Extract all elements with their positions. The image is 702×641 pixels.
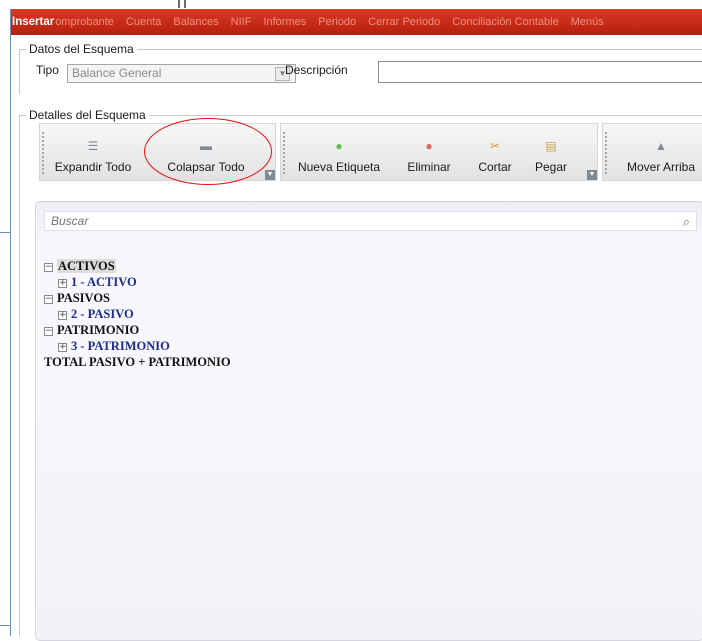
window-left-border bbox=[10, 9, 11, 636]
tree-node-total[interactable]: TOTAL PASIVO + PATRIMONIO bbox=[44, 354, 231, 370]
scissors-icon: ✂ bbox=[489, 139, 501, 153]
expand-node-icon[interactable]: + bbox=[58, 279, 67, 288]
add-icon: ● bbox=[335, 139, 343, 153]
nueva-etiqueta-button[interactable]: ● Nueva Etiqueta bbox=[291, 124, 387, 182]
expand-all-icon: ☰ bbox=[87, 139, 99, 153]
nueva-etiqueta-label: Nueva Etiqueta bbox=[297, 160, 381, 174]
menu-menus[interactable]: Menús bbox=[565, 16, 610, 28]
paste-icon: ▤ bbox=[545, 139, 557, 153]
search-icon[interactable]: ⌕ bbox=[683, 214, 690, 230]
collapse-node-icon[interactable]: − bbox=[44, 327, 53, 336]
menu-comprobante[interactable]: omprobante bbox=[55, 16, 120, 28]
eliminar-button[interactable]: ● Eliminar bbox=[399, 124, 459, 182]
menu-periodo[interactable]: Periodo bbox=[312, 16, 362, 28]
expandir-todo-label: Expandir Todo bbox=[54, 160, 132, 174]
datos-del-esquema-group: Datos del Esquema Tipo Balance General ▼… bbox=[19, 42, 702, 94]
window-edge-tick-bottom bbox=[0, 625, 11, 626]
tipo-select-value: Balance General bbox=[72, 66, 162, 80]
mover-arriba-label: Mover Arriba bbox=[626, 160, 696, 174]
arrow-up-icon: ▲ bbox=[655, 139, 667, 153]
tree-node-patrimonio[interactable]: − PATRIMONIO bbox=[44, 322, 231, 338]
tree-node-patrimonio-child[interactable]: +3 - PATRIMONIO bbox=[44, 338, 231, 354]
menu-balances[interactable]: Balances bbox=[167, 16, 224, 28]
detalles-group-title: Detalles del Esquema bbox=[26, 108, 149, 122]
cortar-label: Cortar bbox=[478, 160, 512, 174]
tree-node-label: ACTIVOS bbox=[57, 259, 116, 273]
tipo-label: Tipo bbox=[36, 63, 59, 77]
datos-group-title: Datos del Esquema bbox=[26, 42, 137, 56]
detalles-del-esquema-group: Detalles del Esquema ☰ Expandir Todo ▬ C… bbox=[19, 108, 702, 641]
window-edge-tick bbox=[0, 232, 11, 233]
toolbar-group-orden: ▲ Mover Arriba bbox=[602, 123, 702, 181]
tree-panel: ⌕ −ACTIVOS +1 - ACTIVO −PASIVOS +2 - PAS… bbox=[35, 201, 702, 641]
toolbar-grip[interactable] bbox=[42, 132, 44, 174]
tree-node-label: 3 - PATRIMONIO bbox=[71, 339, 170, 353]
tipo-select[interactable]: Balance General bbox=[67, 64, 296, 83]
mover-arriba-button[interactable]: ▲ Mover Arriba bbox=[613, 124, 702, 182]
menubar: Insertar omprobante Cuenta Balances NIIF… bbox=[11, 9, 702, 35]
tree-node-pasivo[interactable]: +2 - PASIVO bbox=[44, 306, 231, 322]
descripcion-input[interactable] bbox=[378, 61, 702, 83]
tree-node-activo[interactable]: +1 - ACTIVO bbox=[44, 274, 231, 290]
collapse-node-icon[interactable]: − bbox=[44, 295, 53, 304]
top-strip bbox=[0, 0, 702, 9]
pegar-label: Pegar bbox=[534, 160, 568, 174]
pegar-button[interactable]: ▤ Pegar bbox=[529, 124, 573, 182]
cortar-button[interactable]: ✂ Cortar bbox=[473, 124, 517, 182]
menu-informes[interactable]: Informes bbox=[257, 16, 312, 28]
descripcion-label: Descripción bbox=[285, 63, 348, 77]
menu-conciliacion[interactable]: Conciliación Contable bbox=[446, 16, 564, 28]
schema-tree: − ACTIVOS +1 - ACTIVO − PASIVOS +2 - PASIV… bbox=[44, 258, 231, 370]
search-input[interactable] bbox=[49, 213, 649, 229]
tree-node-label: 2 - PASIVO bbox=[71, 307, 134, 321]
toolbar-grip[interactable] bbox=[605, 132, 607, 174]
tree-node-label: PASIVOS bbox=[57, 291, 111, 305]
expandir-todo-button[interactable]: ☰ Expandir Todo bbox=[48, 124, 138, 182]
expand-node-icon[interactable]: + bbox=[58, 311, 67, 320]
menu-niif[interactable]: NIIF bbox=[225, 16, 258, 28]
tree-node-activos[interactable]: − ACTIVOS bbox=[44, 258, 231, 274]
tree-node-label: TOTAL PASIVO + PATRIMONIO bbox=[44, 355, 231, 369]
expand-node-icon[interactable]: + bbox=[58, 343, 67, 352]
toolbar-overflow-icon[interactable]: ▼ bbox=[265, 170, 275, 180]
menu-cuenta[interactable]: Cuenta bbox=[120, 16, 167, 28]
collapse-node-icon[interactable]: − bbox=[44, 263, 53, 272]
toolbar-grip[interactable] bbox=[283, 132, 285, 174]
menu-insertar[interactable]: Insertar bbox=[11, 16, 55, 28]
tree-node-label: PATRIMONIO bbox=[57, 323, 140, 337]
menu-cerrar-periodo[interactable]: Cerrar Periodo bbox=[362, 16, 446, 28]
delete-icon: ● bbox=[425, 139, 433, 153]
annotation-circle bbox=[144, 118, 272, 185]
search-box[interactable]: ⌕ bbox=[44, 211, 697, 231]
toolbar-group-edicion: ● Nueva Etiqueta ● Eliminar ✂ Cortar ▤ P… bbox=[280, 123, 598, 181]
eliminar-label: Eliminar bbox=[407, 160, 451, 174]
window-edge-mark bbox=[178, 0, 186, 8]
toolbar-overflow-icon[interactable]: ▼ bbox=[587, 170, 597, 180]
tree-node-label: 1 - ACTIVO bbox=[71, 275, 137, 289]
tree-node-pasivos[interactable]: − PASIVOS bbox=[44, 290, 231, 306]
